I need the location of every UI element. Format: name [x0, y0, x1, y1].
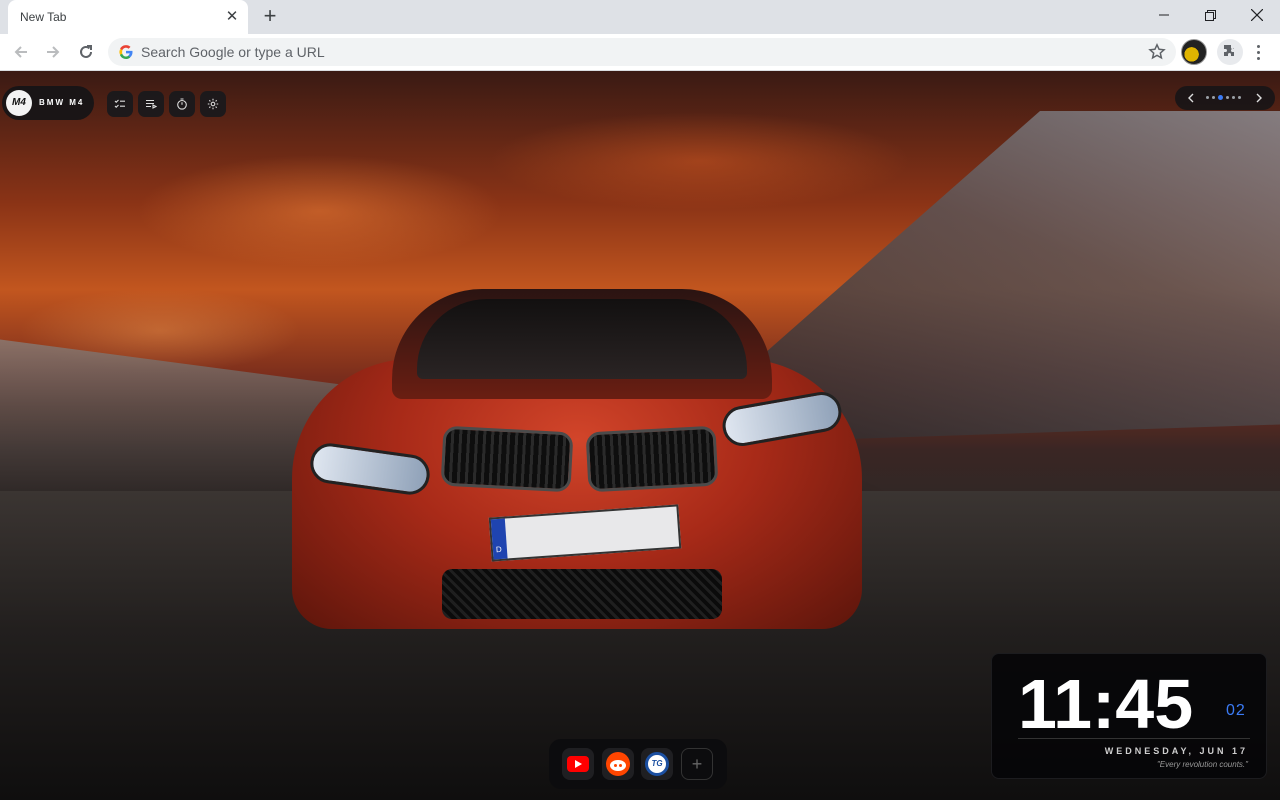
wallpaper-dot[interactable]: [1212, 96, 1215, 99]
timer-icon: [177, 98, 187, 110]
shortcut-reddit[interactable]: [602, 748, 634, 780]
wallpaper-car: D: [292, 289, 862, 659]
extensions-button[interactable]: [1217, 39, 1243, 65]
minimize-icon: [1159, 14, 1169, 16]
settings-button[interactable]: [200, 91, 226, 117]
puzzle-icon: [1224, 45, 1234, 56]
youtube-icon: [567, 756, 589, 772]
profile-avatar-button[interactable]: [1181, 39, 1207, 65]
car-grille-left: [440, 425, 574, 493]
brand-pill[interactable]: M4 BMW M4: [2, 86, 94, 120]
notes-icon: [146, 99, 157, 109]
gear-icon: [207, 98, 219, 110]
timer-button[interactable]: [169, 91, 195, 117]
close-tab-icon[interactable]: ✕: [224, 9, 240, 25]
restore-icon: [1204, 9, 1216, 21]
new-tab-page: D M4 BMW M4 TG + 11:45 02 WEDNESDAY, JUN…: [0, 71, 1280, 800]
omnibox[interactable]: [108, 38, 1176, 66]
wallpaper-dot[interactable]: [1206, 96, 1209, 99]
google-icon: [119, 45, 133, 59]
forward-button[interactable]: [40, 40, 66, 64]
checklist-icon: [114, 99, 125, 108]
tab-title: New Tab: [20, 10, 67, 24]
brand-name: BMW M4: [39, 98, 85, 107]
wallpaper-prev-button[interactable]: [1183, 90, 1199, 106]
browser-toolbar: [0, 34, 1280, 71]
clock-seconds: 02: [1226, 702, 1246, 719]
wallpaper-dots: [1206, 95, 1241, 100]
plate-country-code: D: [495, 544, 503, 555]
wallpaper-dot-active[interactable]: [1218, 95, 1223, 100]
chevron-left-icon: [1188, 93, 1194, 103]
tab-strip: New Tab ✕ +: [0, 0, 1280, 34]
shortcut-youtube[interactable]: [562, 748, 594, 780]
car-windshield: [417, 299, 747, 379]
wallpaper-carousel: [1175, 86, 1275, 110]
tab-new-tab[interactable]: New Tab ✕: [8, 0, 248, 34]
wallpaper-dot[interactable]: [1238, 96, 1241, 99]
bookmark-star-icon[interactable]: [1148, 43, 1166, 61]
notes-button[interactable]: [138, 91, 164, 117]
omnibox-input[interactable]: [141, 38, 1121, 66]
shortcut-dock: TG +: [549, 739, 727, 789]
wallpaper-dot[interactable]: [1226, 96, 1229, 99]
close-window-icon: [1251, 9, 1263, 21]
plate-country-band: D: [490, 518, 508, 560]
brand-logo: M4: [6, 90, 32, 116]
minimize-button[interactable]: [1141, 0, 1187, 30]
new-tab-button[interactable]: +: [258, 5, 282, 29]
reload-icon: [80, 45, 92, 58]
clock-widget: 11:45 02 WEDNESDAY, JUN 17 "Every revolu…: [991, 653, 1267, 779]
arrow-right-icon: [47, 46, 60, 58]
shortcut-tg[interactable]: TG: [641, 748, 673, 780]
back-button[interactable]: [8, 40, 34, 64]
browser-menu-button[interactable]: [1250, 41, 1266, 63]
arrow-left-icon: [14, 46, 27, 58]
clock-quote: "Every revolution counts.": [1156, 760, 1248, 769]
add-shortcut-button[interactable]: +: [681, 748, 713, 780]
menu-dot-icon: [1256, 44, 1260, 48]
clock-time: 11:45: [1018, 665, 1194, 743]
car-lower-grille: [442, 569, 722, 619]
clock-date: WEDNESDAY, JUN 17: [1104, 746, 1248, 756]
wallpaper-dot[interactable]: [1232, 96, 1235, 99]
clock-divider: [1018, 738, 1250, 739]
wallpaper-next-button[interactable]: [1251, 90, 1267, 106]
menu-dot-icon: [1256, 50, 1260, 54]
todo-button[interactable]: [107, 91, 133, 117]
reload-button[interactable]: [73, 40, 99, 64]
tg-icon: TG: [645, 752, 669, 776]
car-grille-right: [585, 425, 719, 493]
chevron-right-icon: [1256, 93, 1262, 103]
reddit-icon: [606, 752, 630, 776]
close-window-button[interactable]: [1234, 0, 1280, 30]
menu-dot-icon: [1256, 56, 1260, 60]
restore-button[interactable]: [1187, 0, 1233, 30]
